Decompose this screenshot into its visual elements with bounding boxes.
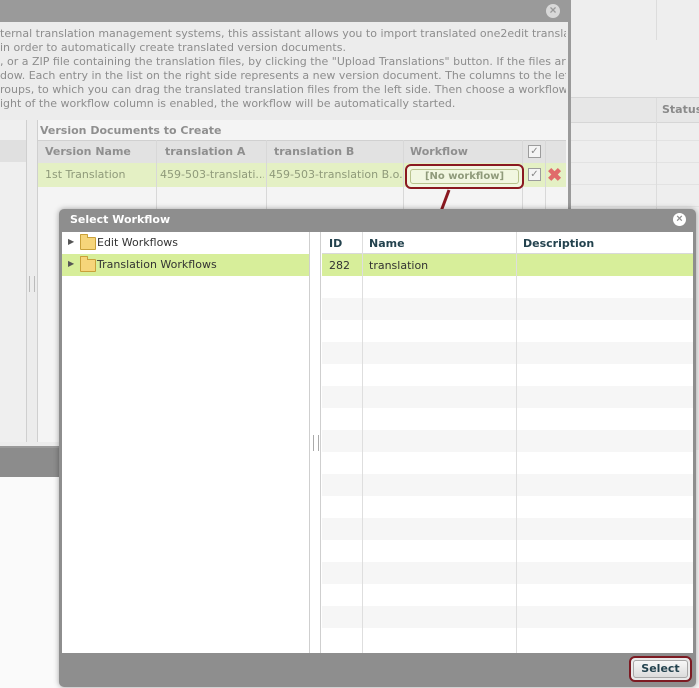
version-name-cell: 1st Translation (45, 168, 126, 181)
workflow-name-cell: translation (369, 259, 429, 272)
workflow-highlight: [No workflow] (405, 164, 524, 189)
select-button-highlight: Select (629, 656, 692, 682)
instruction-line: in order to automatically create transla… (0, 41, 346, 54)
close-icon[interactable]: × (673, 213, 686, 226)
instruction-line: ight of the workflow column is enabled, … (0, 97, 456, 110)
select-button[interactable]: Select (633, 660, 688, 678)
instruction-line: ternal translation management systems, t… (0, 27, 566, 40)
close-icon[interactable]: × (546, 4, 560, 18)
instruction-line: , or a ZIP file containing the translati… (0, 55, 566, 68)
expand-arrow-icon[interactable]: ▶ (68, 237, 74, 246)
dialog-footer (62, 654, 693, 687)
workflow-id-cell: 282 (329, 259, 350, 272)
translation-b-cell: 459-503-translation B.o... (269, 168, 402, 181)
pane-splitter[interactable] (29, 276, 35, 292)
empty-row (322, 606, 693, 628)
column-header-translation-b[interactable]: translation B (274, 145, 354, 158)
workflow-grid-header: ID Name Description (322, 232, 693, 254)
empty-row (322, 430, 693, 452)
empty-row (322, 342, 693, 364)
workflow-group-tree: ▶ Edit Workflows ▶ Translation Workflows (62, 232, 310, 653)
column-header-translation-a[interactable]: translation A (165, 145, 245, 158)
start-workflow-checkbox[interactable]: ✓ (528, 168, 541, 181)
delete-icon[interactable]: ✖ (547, 166, 565, 184)
folder-icon (80, 256, 96, 272)
import-dialog-instructions: ternal translation management systems, t… (0, 27, 566, 111)
column-header-version-name[interactable]: Version Name (45, 145, 131, 158)
expand-arrow-icon[interactable]: ▶ (68, 259, 74, 268)
empty-row (322, 298, 693, 320)
folder-icon (80, 234, 96, 250)
status-column-header[interactable]: Status (662, 103, 699, 116)
tree-item-edit-workflows[interactable]: ▶ Edit Workflows (62, 232, 309, 254)
tree-item-label: Edit Workflows (97, 236, 179, 249)
column-divider (362, 232, 363, 653)
start-workflow-header-checkbox[interactable]: ✓ (528, 145, 541, 158)
empty-row (322, 474, 693, 496)
column-header-name[interactable]: Name (369, 237, 405, 250)
version-documents-title: Version Documents to Create (40, 124, 222, 137)
no-workflow-button[interactable]: [No workflow] (410, 169, 519, 184)
column-header-id[interactable]: ID (329, 237, 342, 250)
column-header-workflow[interactable]: Workflow (410, 145, 468, 158)
empty-row (322, 518, 693, 540)
empty-row (322, 386, 693, 408)
background-page-lower (0, 477, 60, 688)
translation-files-header (0, 140, 26, 162)
column-divider (516, 232, 517, 653)
translation-a-cell: 459-503-translati... (160, 168, 264, 181)
column-header-description[interactable]: Description (523, 237, 594, 250)
version-documents-header: Version Name translation A translation B… (38, 140, 566, 164)
empty-row (322, 562, 693, 584)
tree-item-translation-workflows[interactable]: ▶ Translation Workflows (62, 254, 309, 276)
dialog-title: Select Workflow (70, 213, 171, 226)
table-row[interactable]: 282 translation (322, 254, 693, 276)
instruction-line: roups, to which you can drag the transla… (0, 83, 566, 96)
workflow-grid: 282 translation (322, 232, 693, 653)
tree-item-label: Translation Workflows (97, 258, 217, 271)
translation-files-pane (0, 120, 27, 442)
background-divider (656, 0, 657, 40)
instruction-line: dow. Each entry in the list on the right… (0, 69, 566, 82)
pane-divider (320, 232, 321, 653)
pane-splitter[interactable] (313, 435, 319, 451)
